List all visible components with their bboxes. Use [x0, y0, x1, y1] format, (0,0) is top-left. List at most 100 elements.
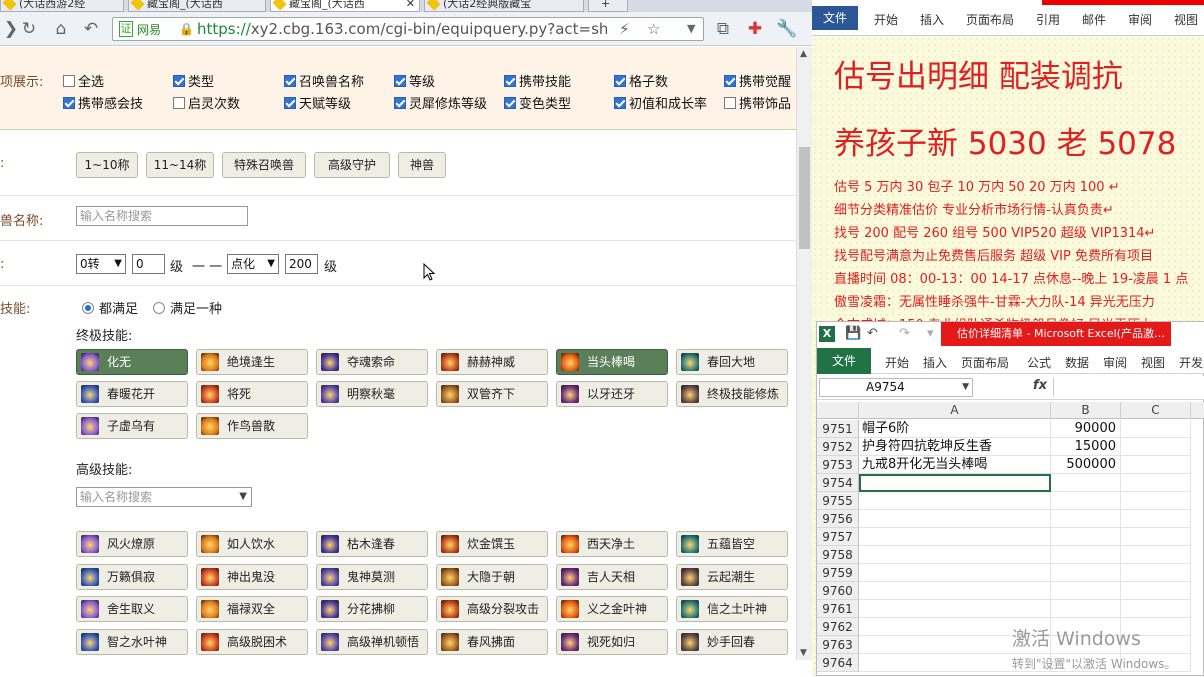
advanced-skill-button[interactable]: 五蕴皆空: [676, 531, 788, 557]
row-header[interactable]: 9756: [817, 510, 859, 528]
checkbox-box[interactable]: [724, 97, 736, 109]
browser-tab[interactable]: 藏宝阁_(大话西: [128, 0, 266, 12]
cell-c[interactable]: [1121, 582, 1191, 600]
type-button-1-10[interactable]: 1~10称: [76, 152, 138, 178]
advanced-skill-button[interactable]: 云起潮生: [676, 563, 788, 590]
advanced-skill-button[interactable]: 分花拂柳: [316, 596, 428, 622]
cell-b[interactable]: 500000: [1051, 456, 1121, 474]
cell-b[interactable]: [1051, 546, 1121, 564]
undo-icon[interactable]: ↶: [867, 326, 878, 341]
ultimate-skill-button[interactable]: 春回大地: [676, 349, 788, 375]
advanced-skill-button[interactable]: 西天净土: [556, 531, 668, 557]
column-header-c[interactable]: C: [1121, 402, 1191, 419]
cell-a[interactable]: 帽子6阶: [859, 420, 1051, 438]
checkbox-box[interactable]: [614, 97, 626, 109]
save-icon[interactable]: 💾: [845, 326, 861, 341]
advanced-skill-button[interactable]: 风火燎原: [76, 531, 188, 557]
cell-b[interactable]: 15000: [1051, 438, 1121, 456]
advanced-skill-button[interactable]: 高级禅机顿悟: [316, 628, 428, 655]
cell-a[interactable]: 护身符四抗乾坤反生香: [859, 438, 1051, 456]
cell-b[interactable]: [1051, 492, 1121, 510]
ultimate-skill-button[interactable]: 以牙还牙: [556, 381, 668, 407]
excel-tab-layout[interactable]: 页面布局: [961, 354, 1009, 371]
checkbox-sense-skill[interactable]: 携带感会技: [63, 93, 143, 112]
excel-tab-developer[interactable]: 开发: [1179, 354, 1203, 371]
row-header[interactable]: 9764: [817, 654, 859, 672]
advanced-skill-button[interactable]: 神出鬼没: [196, 563, 308, 590]
cell-c[interactable]: [1121, 474, 1191, 492]
cell-c[interactable]: [1121, 420, 1191, 438]
customize-icon[interactable]: ▾: [927, 326, 934, 341]
checkbox-box[interactable]: [724, 75, 736, 87]
advanced-skill-button[interactable]: 万籁俱寂: [76, 563, 188, 590]
undo-icon[interactable]: ↶: [80, 18, 102, 40]
cell-a[interactable]: [859, 582, 1051, 600]
browser-tab[interactable]: (大话西游2经: [0, 0, 124, 12]
type-button-11-14[interactable]: 11~14称: [146, 152, 214, 178]
checkbox-box[interactable]: [504, 97, 516, 109]
advanced-skill-button[interactable]: 义之金叶神: [556, 596, 668, 622]
row-header[interactable]: 9751: [817, 420, 859, 438]
cell-c[interactable]: [1121, 510, 1191, 528]
cell-b[interactable]: [1051, 510, 1121, 528]
cell-a[interactable]: [859, 600, 1051, 618]
cell-c[interactable]: [1121, 492, 1191, 510]
row-header[interactable]: 9752: [817, 438, 859, 456]
checkbox-lingxi-level[interactable]: 灵犀修炼等级: [394, 93, 487, 112]
checkbox-growth-rate[interactable]: 初值和成长率: [614, 93, 707, 112]
checkbox-box[interactable]: [173, 75, 185, 87]
column-header-a[interactable]: A: [859, 402, 1051, 419]
row-header[interactable]: 9753: [817, 456, 859, 474]
checkbox-enlighten-count[interactable]: 启灵次数: [173, 93, 240, 112]
cell-c[interactable]: [1121, 438, 1191, 456]
name-box[interactable]: A9754 ▼: [819, 378, 973, 397]
advanced-skill-button[interactable]: 妙手回春: [676, 628, 788, 655]
cell-c[interactable]: [1121, 546, 1191, 564]
ultimate-skill-button[interactable]: 明察秋毫: [316, 381, 428, 407]
excel-tab-formulas[interactable]: 公式: [1027, 354, 1051, 371]
page-scrollbar[interactable]: ▲ ▼: [796, 47, 812, 660]
cell-a[interactable]: [859, 546, 1051, 564]
cell-b[interactable]: 90000: [1051, 420, 1121, 438]
cell-c[interactable]: [1121, 528, 1191, 546]
checkbox-slots[interactable]: 格子数: [614, 71, 668, 90]
cell-a[interactable]: [859, 564, 1051, 582]
cell-c[interactable]: [1121, 456, 1191, 474]
advanced-skill-button[interactable]: 枯木逢春: [316, 531, 428, 557]
checkbox-talent-level[interactable]: 天赋等级: [284, 93, 351, 112]
advanced-skill-button[interactable]: 智之水叶神: [76, 628, 188, 655]
excel-tab-insert[interactable]: 插入: [923, 354, 947, 371]
excel-tab-review[interactable]: 审阅: [1103, 354, 1127, 371]
cell-a[interactable]: [859, 510, 1051, 528]
dropdown-icon[interactable]: ▼: [687, 22, 695, 35]
excel-tab-data[interactable]: 数据: [1065, 354, 1089, 371]
checkbox-color-type[interactable]: 变色类型: [504, 93, 571, 112]
checkbox-accessory[interactable]: 携带饰品: [724, 93, 791, 112]
star-icon[interactable]: ☆: [647, 20, 660, 38]
home-icon[interactable]: ⌂: [50, 18, 72, 40]
ultimate-skill-button[interactable]: 赫赫神威: [436, 349, 548, 375]
advanced-skill-button[interactable]: 吉人天相: [556, 563, 668, 590]
game-icon[interactable]: ✚: [744, 18, 766, 40]
advanced-skill-button[interactable]: 如人饮水: [196, 531, 308, 557]
ultimate-skill-button[interactable]: 当头棒喝: [556, 349, 668, 375]
advanced-skill-button[interactable]: 大隐于朝: [436, 563, 548, 590]
checkbox-box[interactable]: [173, 97, 185, 109]
close-tab-icon[interactable]: ✕: [406, 0, 415, 11]
scroll-up-icon[interactable]: ▲: [800, 49, 807, 59]
cell-a[interactable]: [859, 474, 1051, 492]
type-button-divine[interactable]: 神兽: [398, 152, 446, 178]
word-tab-references[interactable]: 引用: [1036, 11, 1060, 28]
checkbox-pet-name[interactable]: 召唤兽名称: [284, 71, 364, 90]
cell-b[interactable]: [1051, 474, 1121, 492]
checkbox-box[interactable]: [614, 75, 626, 87]
fx-icon[interactable]: fx: [1033, 378, 1047, 393]
formula-input[interactable]: [1053, 378, 1203, 397]
advanced-skill-button[interactable]: 信之土叶神: [676, 596, 788, 622]
checkbox-level[interactable]: 等级: [394, 71, 435, 90]
checkbox-select-all[interactable]: 全选: [63, 71, 104, 90]
checkbox-box[interactable]: [504, 75, 516, 87]
word-tab-insert[interactable]: 插入: [920, 11, 944, 28]
word-tab-layout[interactable]: 页面布局: [966, 11, 1014, 28]
word-file-tab[interactable]: 文件: [812, 6, 858, 30]
